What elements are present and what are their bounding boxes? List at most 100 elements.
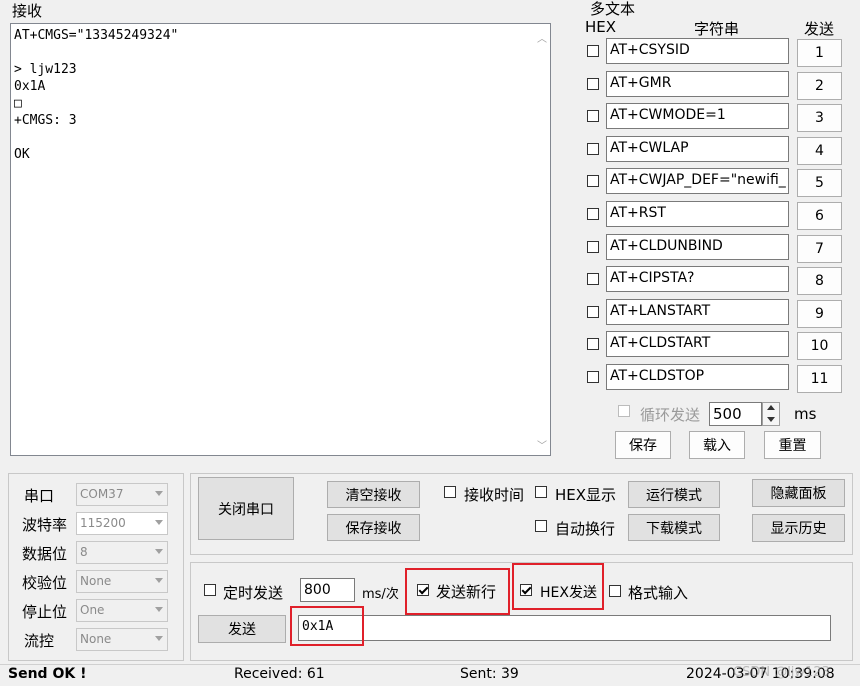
chevron-down-icon[interactable]: ﹀ bbox=[537, 437, 547, 452]
hex-display-label: HEX显示 bbox=[555, 486, 617, 504]
clear-receive-button[interactable]: 清空接收 bbox=[327, 481, 420, 508]
multi-hex-checkbox[interactable] bbox=[587, 175, 599, 188]
close-port-button[interactable]: 关闭串口 bbox=[198, 477, 294, 540]
receive-line: 0x1A bbox=[14, 79, 46, 94]
multi-string-input[interactable]: AT+CWLAP bbox=[606, 135, 789, 162]
status-received: Received: 61 bbox=[234, 666, 325, 682]
port-label: 串口 bbox=[24, 487, 55, 505]
show-history-button[interactable]: 显示历史 bbox=[752, 514, 845, 542]
multi-send-button[interactable]: 6 bbox=[797, 202, 842, 230]
send-interval-unit: ms/次 bbox=[362, 587, 399, 602]
baud-label: 波特率 bbox=[22, 516, 68, 534]
send-interval-input[interactable]: 800 bbox=[300, 578, 355, 602]
timed-send-checkbox[interactable] bbox=[204, 584, 216, 596]
flow-control-label: 流控 bbox=[24, 632, 55, 650]
multi-string-input[interactable]: AT+CLDSTART bbox=[606, 331, 789, 358]
stop-bits-value: One bbox=[80, 603, 105, 617]
chevron-down-icon bbox=[155, 636, 163, 641]
parity-select[interactable]: None bbox=[76, 570, 168, 593]
chevron-down-icon bbox=[155, 578, 163, 583]
port-select[interactable]: COM37 bbox=[76, 483, 168, 506]
multi-string-input[interactable]: AT+CLDSTOP bbox=[606, 364, 789, 390]
receive-line: OK bbox=[14, 147, 30, 162]
receive-time-checkbox[interactable] bbox=[444, 486, 456, 498]
data-bits-select[interactable]: 8 bbox=[76, 541, 168, 564]
parity-label: 校验位 bbox=[22, 574, 68, 592]
receive-line: > ljw123 bbox=[14, 62, 77, 77]
col-send-header: 发送 bbox=[804, 20, 835, 38]
stop-bits-select[interactable]: One bbox=[76, 599, 168, 622]
flow-control-value: None bbox=[80, 632, 112, 646]
multi-string-input[interactable]: AT+CWMODE=1 bbox=[606, 103, 789, 130]
chevron-down-icon bbox=[155, 549, 163, 554]
multi-hex-checkbox[interactable] bbox=[587, 273, 599, 286]
spin-up-icon[interactable] bbox=[767, 405, 775, 410]
highlight-send-input bbox=[290, 606, 364, 646]
multi-send-button[interactable]: 1 bbox=[797, 39, 842, 67]
chevron-up-icon[interactable]: ︿ bbox=[537, 30, 547, 45]
multi-hex-checkbox[interactable] bbox=[587, 338, 599, 351]
format-input-label: 格式输入 bbox=[628, 584, 689, 602]
flow-control-select[interactable]: None bbox=[76, 628, 168, 651]
watermark: CSDN @ljw123 bbox=[733, 665, 830, 680]
multi-hex-checkbox[interactable] bbox=[587, 45, 599, 57]
multi-send-button[interactable]: 2 bbox=[797, 71, 842, 100]
loop-interval-spinner[interactable] bbox=[762, 402, 780, 426]
format-input-checkbox[interactable] bbox=[609, 585, 621, 597]
multi-send-button[interactable]: 7 bbox=[797, 234, 842, 263]
receive-textarea[interactable]: AT+CMGS="13345249324" > ljw123 0x1A □ +CMGS:… bbox=[10, 23, 551, 456]
multi-send-button[interactable]: 11 bbox=[797, 365, 842, 393]
receive-line: □ bbox=[14, 96, 22, 111]
multi-string-input[interactable]: AT+RST bbox=[606, 201, 789, 227]
spin-down-icon[interactable] bbox=[767, 417, 775, 422]
multi-send-button[interactable]: 10 bbox=[797, 332, 842, 361]
receive-time-label: 接收时间 bbox=[464, 486, 525, 504]
data-bits-value: 8 bbox=[80, 545, 88, 559]
baud-select[interactable]: 115200 bbox=[76, 512, 168, 535]
loop-send-label: 循环发送 bbox=[640, 406, 701, 424]
hex-display-checkbox[interactable] bbox=[535, 486, 547, 498]
receive-scrollbar[interactable]: ︿ ﹀ bbox=[533, 24, 550, 455]
multi-send-button[interactable]: 5 bbox=[797, 169, 842, 198]
multi-string-input[interactable]: AT+GMR bbox=[606, 70, 789, 97]
download-mode-button[interactable]: 下载模式 bbox=[628, 514, 720, 541]
parity-value: None bbox=[80, 574, 112, 588]
run-mode-button[interactable]: 运行模式 bbox=[628, 481, 720, 508]
status-message: Send OK ! bbox=[8, 666, 87, 682]
save-receive-button[interactable]: 保存接收 bbox=[327, 514, 420, 541]
status-bar: Send OK ! Received: 61 Sent: 39 2024-03-… bbox=[0, 664, 860, 686]
multi-string-input[interactable]: AT+CIPSTA? bbox=[606, 266, 789, 293]
receive-line: +CMGS: 3 bbox=[14, 113, 77, 128]
multi-send-button[interactable]: 4 bbox=[797, 136, 842, 165]
loop-interval-input[interactable]: 500 bbox=[709, 402, 762, 426]
receive-line bbox=[14, 129, 178, 146]
multi-string-input[interactable]: AT+CWJAP_DEF="newifi_ bbox=[606, 168, 789, 195]
multi-send-button[interactable]: 3 bbox=[797, 104, 842, 133]
multi-hex-checkbox[interactable] bbox=[587, 142, 599, 155]
status-sent: Sent: 39 bbox=[460, 666, 519, 682]
multi-hex-checkbox[interactable] bbox=[587, 77, 599, 90]
multi-load-button[interactable]: 载入 bbox=[689, 431, 745, 459]
multi-string-input[interactable]: AT+CSYSID bbox=[606, 38, 789, 64]
multi-string-input[interactable]: AT+LANSTART bbox=[606, 298, 789, 325]
multi-send-button[interactable]: 8 bbox=[797, 267, 842, 296]
receive-content: AT+CMGS="13345249324" > ljw123 0x1A □ +CMGS:… bbox=[14, 27, 178, 163]
multi-hex-checkbox[interactable] bbox=[587, 110, 599, 123]
auto-wrap-checkbox[interactable] bbox=[535, 520, 547, 532]
send-button[interactable]: 发送 bbox=[198, 615, 286, 643]
highlight-hex-send bbox=[512, 563, 604, 610]
port-value: COM37 bbox=[80, 487, 124, 501]
multi-hex-checkbox[interactable] bbox=[587, 208, 599, 220]
multi-reset-button[interactable]: 重置 bbox=[764, 431, 821, 459]
timed-send-label: 定时发送 bbox=[223, 584, 284, 602]
multi-string-input[interactable]: AT+CLDUNBIND bbox=[606, 233, 789, 260]
multi-hex-checkbox[interactable] bbox=[587, 371, 599, 383]
hide-panel-button[interactable]: 隐藏面板 bbox=[752, 479, 845, 507]
multi-send-button[interactable]: 9 bbox=[797, 299, 842, 328]
multi-hex-checkbox[interactable] bbox=[587, 240, 599, 253]
multi-save-button[interactable]: 保存 bbox=[615, 431, 671, 459]
loop-send-checkbox[interactable] bbox=[618, 405, 630, 417]
multi-hex-checkbox[interactable] bbox=[587, 305, 599, 318]
send-input[interactable]: 0x1A bbox=[298, 615, 831, 641]
data-bits-label: 数据位 bbox=[22, 545, 68, 563]
